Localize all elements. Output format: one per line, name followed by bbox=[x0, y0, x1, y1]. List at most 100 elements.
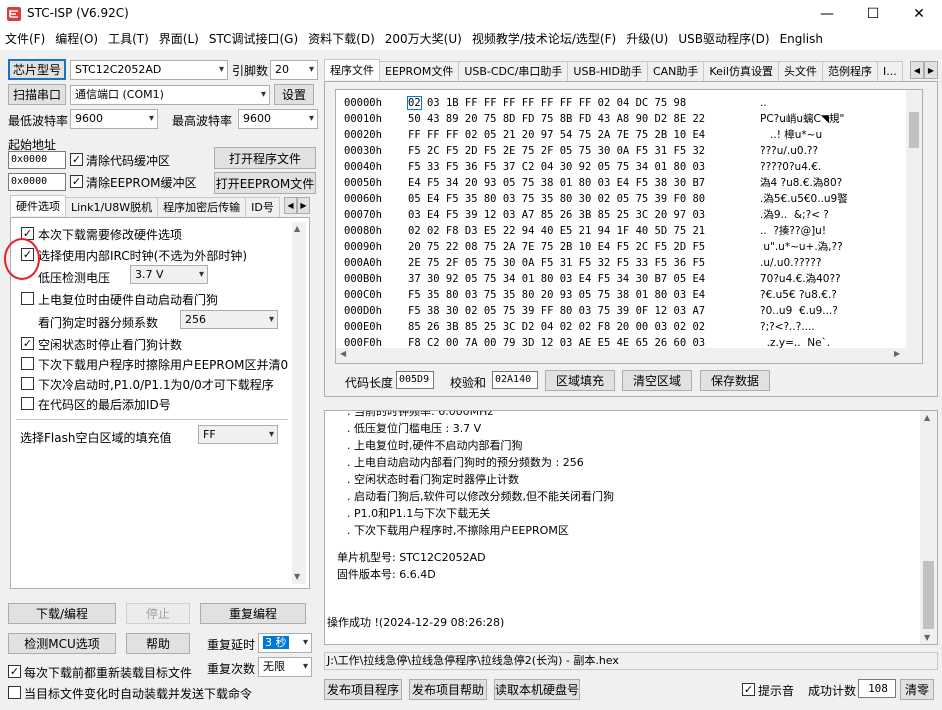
option-checkbox-idle-wdt[interactable]: ✓ bbox=[21, 337, 34, 350]
menu-english[interactable]: English bbox=[775, 28, 828, 50]
option-checkbox-add-id[interactable] bbox=[21, 397, 34, 410]
right-tab-scroll-left-icon[interactable]: ◀ bbox=[910, 61, 924, 79]
tab-keil[interactable]: Keil仿真设置 bbox=[703, 61, 779, 81]
chevron-down-icon: ▾ bbox=[198, 269, 204, 280]
log-result: 操作成功 !(2024-12-29 08:26:28) bbox=[327, 616, 505, 629]
auto-send-checkbox[interactable] bbox=[8, 686, 21, 699]
repeat-count-value: 无限 bbox=[263, 660, 285, 673]
checksum-label: 校验和 bbox=[450, 376, 487, 390]
publish-help-button[interactable]: 发布项目帮助 bbox=[409, 679, 487, 700]
log-scrollbar-thumb[interactable] bbox=[923, 561, 934, 629]
menu-usb-driver[interactable]: USB驱动程序(D) bbox=[673, 28, 774, 50]
hex-address: 00010h bbox=[344, 113, 382, 125]
wdt-prescale-select[interactable]: 256 ▾ bbox=[180, 310, 278, 329]
options-scrollbar[interactable]: ▲ ▼ bbox=[292, 222, 306, 584]
max-baud-label: 最高波特率 bbox=[172, 114, 233, 128]
tab-hardware-options[interactable]: 硬件选项 bbox=[10, 195, 66, 216]
minimize-button[interactable]: — bbox=[804, 0, 850, 28]
hex-bytes: 50 43 89 20 75 8D FD 75 8B FD 43 A8 90 D… bbox=[408, 113, 706, 125]
open-program-file-button[interactable]: 打开程序文件 bbox=[214, 147, 316, 169]
publish-project-button[interactable]: 发布项目程序 bbox=[324, 679, 402, 700]
clear-region-button[interactable]: 清空区域 bbox=[622, 370, 692, 391]
scroll-up-icon[interactable]: ▲ bbox=[924, 413, 930, 422]
min-baud-select[interactable]: 9600 ▾ bbox=[70, 109, 158, 129]
max-baud-select[interactable]: 9600 ▾ bbox=[238, 109, 318, 129]
tab-header-file[interactable]: 头文件 bbox=[777, 61, 823, 81]
settings-button[interactable]: 设置 bbox=[274, 84, 314, 105]
tab-encrypt[interactable]: 程序加密后传输 bbox=[157, 197, 247, 217]
repeat-delay-select[interactable]: 3 秒 ▾ bbox=[258, 633, 312, 653]
option-label-erase-eeprom: 下次下载用户程序时擦除用户EEPROM区并清0 bbox=[38, 358, 289, 372]
scroll-up-icon[interactable]: ▲ bbox=[294, 224, 300, 233]
log-line: . 低压复位门槛电压 : 3.7 V bbox=[347, 422, 482, 435]
start-address-input-1[interactable]: 0x0000 bbox=[8, 151, 66, 169]
success-count-value: 108 bbox=[858, 679, 896, 698]
hex-scrollbar[interactable] bbox=[906, 90, 922, 348]
lvd-select[interactable]: 3.7 V ▾ bbox=[130, 265, 208, 284]
menu-file[interactable]: 文件(F) bbox=[0, 28, 50, 50]
menu-program[interactable]: 编程(O) bbox=[50, 28, 103, 50]
tab-can[interactable]: CAN助手 bbox=[646, 61, 705, 81]
tab-examples[interactable]: 范例程序 bbox=[821, 61, 878, 81]
reload-checkbox[interactable]: ✓ bbox=[8, 665, 21, 678]
scroll-right-icon[interactable]: ▶ bbox=[894, 349, 900, 358]
checksum-value: 02A140 bbox=[492, 371, 538, 389]
start-address-input-2[interactable]: 0x0000 bbox=[8, 173, 66, 191]
sound-checkbox[interactable]: ✓ bbox=[742, 683, 755, 696]
tab-link1[interactable]: Link1/U8W脱机 bbox=[65, 197, 159, 217]
chip-model-button[interactable]: 芯片型号 bbox=[8, 59, 66, 80]
clear-code-checkbox[interactable]: ✓ bbox=[70, 153, 83, 166]
stop-button[interactable]: 停止 bbox=[126, 603, 190, 624]
open-eeprom-file-button[interactable]: 打开EEPROM文件 bbox=[214, 172, 316, 194]
tab-id[interactable]: ID号 bbox=[245, 197, 280, 217]
help-button[interactable]: 帮助 bbox=[126, 633, 190, 654]
tab-program-file[interactable]: 程序文件 bbox=[324, 59, 380, 80]
log-scrollbar[interactable]: ▲ ▼ bbox=[920, 411, 937, 644]
chevron-down-icon: ▾ bbox=[218, 64, 224, 75]
menu-video[interactable]: 视频教学/技术论坛/选型(F) bbox=[467, 28, 621, 50]
save-data-button[interactable]: 保存数据 bbox=[700, 370, 770, 391]
fill-value-select[interactable]: FF ▾ bbox=[198, 425, 278, 444]
download-program-button[interactable]: 下载/编程 bbox=[8, 603, 116, 624]
repeat-count-select[interactable]: 无限 ▾ bbox=[258, 657, 312, 677]
menu-download[interactable]: 资料下载(D) bbox=[303, 28, 380, 50]
tab-usb-cdc[interactable]: USB-CDC/串口助手 bbox=[458, 61, 569, 81]
menu-prize[interactable]: 200万大奖(U) bbox=[380, 28, 467, 50]
tab-usb-hid[interactable]: USB-HID助手 bbox=[567, 61, 648, 81]
hex-address: 000A0h bbox=[344, 257, 382, 269]
tab-more[interactable]: I... bbox=[876, 61, 903, 81]
hex-address: 00090h bbox=[344, 241, 382, 253]
tab-scroll-left-icon[interactable]: ◀ bbox=[284, 197, 297, 214]
pin-count-select[interactable]: 20 ▾ bbox=[270, 60, 318, 80]
left-tab-strip: 硬件选项 Link1/U8W脱机 程序加密后传输 ID号 bbox=[10, 195, 310, 218]
close-button[interactable]: ✕ bbox=[896, 0, 942, 28]
hex-view[interactable]: 00000h 02 03 1B FF FF FF FF FF FF FF 02 0… bbox=[335, 89, 923, 364]
menu-interface[interactable]: 界面(L) bbox=[154, 28, 204, 50]
clear-eeprom-checkbox[interactable]: ✓ bbox=[70, 175, 83, 188]
tab-eeprom-file[interactable]: EEPROM文件 bbox=[379, 61, 460, 81]
menu-tools[interactable]: 工具(T) bbox=[103, 28, 154, 50]
right-tab-scroll-right-icon[interactable]: ▶ bbox=[924, 61, 938, 79]
scroll-down-icon[interactable]: ▼ bbox=[294, 572, 300, 581]
maximize-button[interactable]: ☐ bbox=[850, 0, 896, 28]
option-checkbox-auto-wdt[interactable] bbox=[21, 292, 34, 305]
chip-model-select[interactable]: STC12C2052AD ▾ bbox=[70, 60, 228, 80]
scroll-down-icon[interactable]: ▼ bbox=[924, 633, 930, 642]
repeat-program-button[interactable]: 重复编程 bbox=[200, 603, 306, 624]
tab-scroll-right-icon[interactable]: ▶ bbox=[297, 197, 310, 214]
hex-scrollbar-thumb[interactable] bbox=[909, 112, 919, 148]
scroll-left-icon[interactable]: ◀ bbox=[340, 349, 346, 358]
menu-upgrade[interactable]: 升级(U) bbox=[621, 28, 673, 50]
log-line: . P1.0和P1.1与下次下载无关 bbox=[347, 507, 491, 520]
port-select[interactable]: 通信端口 (COM1) ▾ bbox=[70, 85, 270, 105]
option-checkbox-cold-boot[interactable] bbox=[21, 377, 34, 390]
clear-count-button[interactable]: 清零 bbox=[900, 679, 934, 700]
fill-region-button[interactable]: 区域填充 bbox=[545, 370, 615, 391]
option-checkbox-erase-eeprom[interactable] bbox=[21, 357, 34, 370]
scan-port-button[interactable]: 扫描串口 bbox=[8, 84, 66, 105]
log-output[interactable]: . 当前的时钟频率: 6.000MHz . 低压复位门槛电压 : 3.7 V . 上… bbox=[324, 410, 938, 645]
hex-hscrollbar[interactable]: ◀ ▶ bbox=[336, 348, 922, 363]
detect-mcu-button[interactable]: 检测MCU选项 bbox=[8, 633, 116, 654]
menu-debug[interactable]: STC调试接口(G) bbox=[204, 28, 303, 50]
read-disk-id-button[interactable]: 读取本机硬盘号 bbox=[494, 679, 580, 700]
